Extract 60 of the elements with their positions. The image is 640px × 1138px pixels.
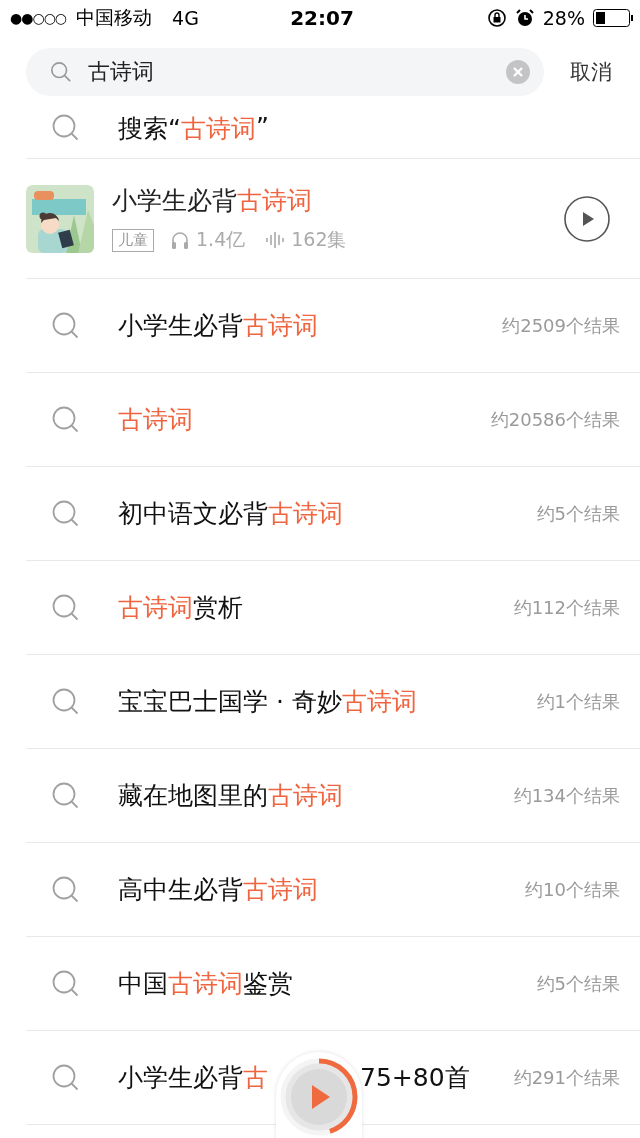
result-count: 约5个结果 <box>536 501 620 526</box>
result-row[interactable]: 初中语文必背古诗词 约5个结果 <box>26 467 640 561</box>
result-row[interactable]: 小学生必背古诗词 约2509个结果 <box>26 279 640 373</box>
search-icon <box>52 687 80 716</box>
clear-icon[interactable] <box>506 60 530 84</box>
search-icon <box>50 61 72 83</box>
signal-strength: ●●○○○ <box>10 10 67 26</box>
search-icon <box>52 593 80 622</box>
headphones-icon <box>170 230 190 250</box>
network-type: 4G <box>172 7 199 29</box>
result-row[interactable]: 高中生必背古诗词 约10个结果 <box>26 843 640 937</box>
result-row[interactable]: 中国古诗词鉴赏 约5个结果 <box>26 937 640 1031</box>
search-icon <box>52 969 80 998</box>
clock-time: 22:07 <box>290 6 354 30</box>
category-tag: 儿童 <box>112 228 154 252</box>
result-count: 约134个结果 <box>513 783 620 808</box>
result-row[interactable]: 宝宝巴士国学 · 奇妙古诗词 约1个结果 <box>26 655 640 749</box>
result-count: 约20586个结果 <box>490 407 620 432</box>
rotation-lock-icon <box>486 8 507 28</box>
result-title: 小学生必背古 75+80首 <box>118 1062 471 1094</box>
result-title: 小学生必背古诗词 <box>112 185 313 217</box>
result-count: 约1个结果 <box>536 689 620 714</box>
search-bar[interactable]: 古诗词 <box>26 48 544 96</box>
result-count: 约291个结果 <box>513 1065 620 1090</box>
progress-ring-icon <box>279 1057 359 1137</box>
result-row[interactable]: 搜索“古诗词” <box>26 98 640 159</box>
mini-player[interactable] <box>276 1052 362 1138</box>
result-title: 藏在地图里的古诗词 <box>118 780 344 812</box>
search-icon <box>52 1063 80 1092</box>
search-field[interactable]: 古诗词 <box>88 59 490 85</box>
battery-percent: 28% <box>542 7 585 29</box>
result-title: 中国古诗词鉴赏 <box>118 968 294 1000</box>
episode-count: 162集 <box>291 227 347 252</box>
cancel-button[interactable]: 取消 <box>570 58 612 86</box>
search-icon <box>52 311 80 340</box>
result-title: 古诗词 <box>118 404 194 436</box>
search-icon <box>52 405 80 434</box>
result-count: 约112个结果 <box>513 595 620 620</box>
alarm-icon <box>514 8 535 28</box>
result-title: 高中生必背古诗词 <box>118 874 319 906</box>
search-icon <box>52 499 80 528</box>
carrier-name: 中国移动 <box>76 5 153 30</box>
result-title: 宝宝巴士国学 · 奇妙古诗词 <box>118 686 418 718</box>
result-title: 初中语文必背古诗词 <box>118 498 344 530</box>
result-count: 约2509个结果 <box>502 313 620 338</box>
play-button[interactable] <box>564 195 610 242</box>
waveform-icon <box>265 230 286 250</box>
result-title: 搜索“古诗词” <box>118 111 270 145</box>
search-icon <box>52 875 80 904</box>
album-row[interactable]: 小学生必背古诗词 儿童 1.4亿 162集 <box>26 159 640 279</box>
search-icon <box>52 114 80 142</box>
result-title: 古诗词赏析 <box>118 592 244 624</box>
result-row[interactable]: 藏在地图里的古诗词 约134个结果 <box>26 749 640 843</box>
search-icon <box>52 781 80 810</box>
result-count: 约10个结果 <box>525 877 620 902</box>
result-count: 约5个结果 <box>536 971 620 996</box>
result-row[interactable]: 古诗词赏析 约112个结果 <box>26 561 640 655</box>
play-count: 1.4亿 <box>196 227 246 252</box>
result-title: 小学生必背古诗词 <box>118 310 319 342</box>
battery-icon <box>593 9 634 27</box>
